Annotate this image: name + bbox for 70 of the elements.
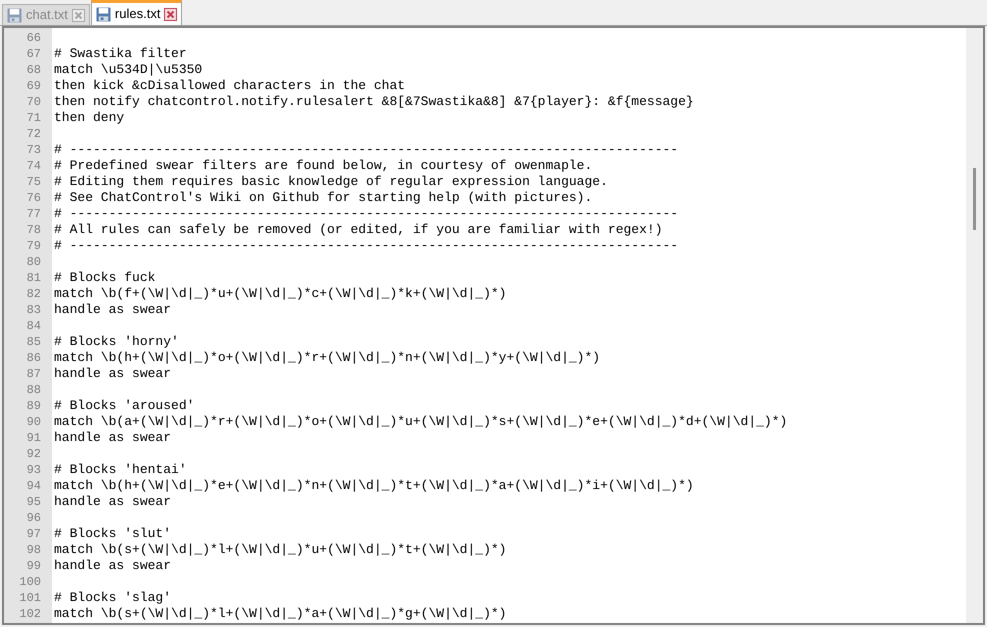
line-number: 68: [26, 63, 41, 77]
scrollbar[interactable]: [966, 28, 983, 623]
line-number: 93: [26, 463, 41, 477]
line-number: 81: [26, 271, 41, 285]
code-line: # Editing them requires basic knowledge of regular expression language.: [54, 174, 608, 189]
line-number: 101: [19, 591, 41, 605]
code-line: handle as swear: [54, 558, 172, 573]
line-number: 77: [26, 207, 41, 221]
code-line: # ------------------------------------------------------------------------------: [54, 142, 678, 157]
code-line: match \b(h+(\W|\d|_)*e+(\W|\d|_)*n+(\W|\d|_)*t+(\W|\d|_)*a+(\W|\d|_)*i+(\W|\d|_)*): [54, 478, 694, 493]
close-icon[interactable]: [164, 8, 178, 20]
line-number: 80: [26, 255, 41, 269]
line-number: 70: [26, 95, 41, 109]
line-number: 87: [26, 367, 41, 381]
line-number: 88: [26, 383, 41, 397]
line-number: 71: [26, 111, 41, 125]
line-number: 84: [26, 319, 41, 333]
file-tab[interactable]: rules.txt: [90, 0, 182, 25]
code-line: # Blocks 'slag': [54, 590, 172, 605]
line-number: 99: [26, 559, 41, 573]
code-line: handle as swear: [54, 430, 172, 445]
code-line: # Blocks fuck: [54, 270, 156, 285]
code-line: match \b(a+(\W|\d|_)*r+(\W|\d|_)*o+(\W|\d|_)*u+(\W|\d|_)*s+(\W|\d|_)*e+(\W|\d|_)*d+(\W|\d|_)*): [54, 414, 788, 429]
scrollbar-thumb[interactable]: [973, 168, 976, 230]
code-line: handle as swear: [54, 494, 172, 509]
code-line: handle as swear: [54, 366, 172, 381]
line-number: 97: [26, 527, 41, 541]
line-number: 79: [26, 239, 41, 253]
line-number: 78: [26, 223, 41, 237]
code-line: match \b(h+(\W|\d|_)*o+(\W|\d|_)*r+(\W|\d|_)*n+(\W|\d|_)*y+(\W|\d|_)*): [54, 350, 600, 365]
line-number: 86: [26, 351, 41, 365]
line-number: 69: [26, 79, 41, 93]
line-number: 100: [19, 575, 41, 589]
code-line: # Predefined swear filters are found below, in courtesy of owenmaple.: [54, 158, 592, 173]
line-number: 72: [26, 127, 41, 141]
line-number: 85: [26, 335, 41, 349]
code-line: # Blocks 'hentai': [54, 462, 187, 477]
line-number: 73: [26, 143, 41, 157]
line-number: 92: [26, 447, 41, 461]
line-number: 90: [26, 415, 41, 429]
line-number: 67: [26, 47, 41, 61]
line-number: 95: [26, 495, 41, 509]
line-number: 74: [26, 159, 41, 173]
code-line: then deny: [54, 110, 124, 125]
code-line: # ------------------------------------------------------------------------------: [54, 206, 678, 221]
code-line: # Blocks 'horny': [54, 334, 179, 349]
line-number: 66: [26, 31, 41, 45]
line-number: 91: [26, 431, 41, 445]
line-number: 96: [26, 511, 41, 525]
code-line: # Swastika filter: [54, 46, 187, 61]
code-line: match \b(f+(\W|\d|_)*u+(\W|\d|_)*c+(\W|\d|_)*k+(\W|\d|_)*): [54, 286, 506, 301]
code-line: match \u534D|\u5350: [54, 62, 202, 77]
code-line: # All rules can safely be removed (or edited, if you are familiar with regex!): [54, 222, 662, 237]
code-line: # See ChatControl's Wiki on Github for starting help (with pictures).: [54, 190, 592, 205]
line-number: 94: [26, 479, 41, 493]
line-number: 83: [26, 303, 41, 317]
code-line: match \b(s+(\W|\d|_)*l+(\W|\d|_)*u+(\W|\d|_)*t+(\W|\d|_)*): [54, 542, 506, 557]
line-number: 76: [26, 191, 41, 205]
code-line: # ------------------------------------------------------------------------------: [54, 238, 678, 253]
line-number: 82: [26, 287, 41, 301]
code-line: # Blocks 'slut': [54, 526, 172, 541]
code-line: # Blocks 'aroused': [54, 398, 194, 413]
code-line: handle as swear: [54, 302, 172, 317]
code-line: then notify chatcontrol.notify.rulesalert &8[&7Swastika&8] &7{player}: &f{message}: [54, 94, 694, 109]
line-number: 75: [26, 175, 41, 189]
code-line: then kick &cDisallowed characters in the chat: [54, 78, 406, 93]
line-number: 98: [26, 543, 41, 557]
code-line: match \b(s+(\W|\d|_)*l+(\W|\d|_)*a+(\W|\d|_)*g+(\W|\d|_)*): [54, 606, 506, 621]
line-number: 89: [26, 399, 41, 413]
line-number: 102: [19, 607, 41, 621]
